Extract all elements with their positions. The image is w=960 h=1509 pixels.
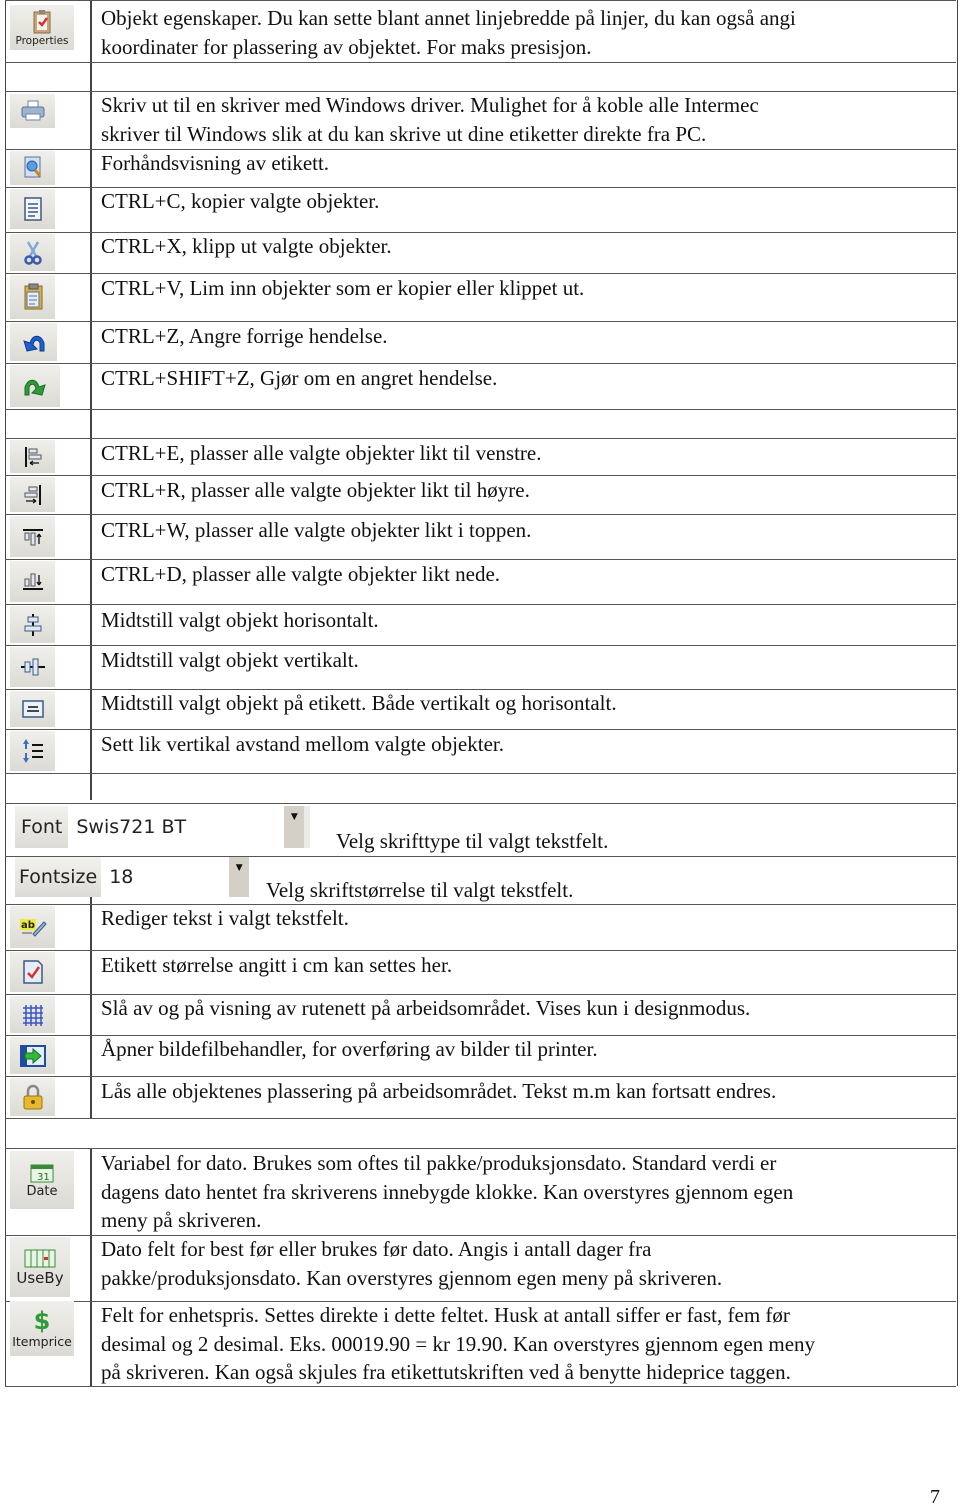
undo-arrow-icon: [22, 335, 44, 352]
align-top-icon: [22, 528, 43, 545]
redo-button[interactable]: [10, 365, 60, 407]
chevron-down-icon[interactable]: ▼: [229, 857, 250, 897]
table-row-spacer: [5, 62, 956, 91]
edit-text-description: Rediger tekst i valgt tekstfelt.: [101, 906, 349, 930]
redo-arrow-icon: [24, 379, 46, 396]
font-description: Velg skrifttype til valgt tekstfelt.: [336, 829, 609, 853]
properties-description: Objekt egenskaper. Du kan sette blant an…: [101, 6, 796, 59]
useby-calendar-icon: [24, 1249, 56, 1268]
font-label: Font: [15, 806, 69, 848]
import-arrow-icon: [19, 1044, 46, 1067]
fontsize-label: Fontsize: [15, 857, 102, 897]
date-description: Variabel for dato. Brukes som oftes til …: [101, 1151, 794, 1232]
image-manager-description: Åpner bildefilbehandler, for overføring …: [101, 1037, 598, 1061]
center-horizontal-button[interactable]: [10, 606, 55, 643]
align-left-icon: [24, 446, 41, 467]
align-right-button[interactable]: [10, 477, 55, 512]
align-bottom-button[interactable]: [10, 561, 55, 602]
center-vertical-button[interactable]: [10, 647, 55, 687]
copy-description: CTRL+C, kopier valgte objekter.: [101, 189, 380, 213]
preview-button[interactable]: [10, 151, 55, 185]
clipboard-check-icon: [33, 9, 51, 33]
fontsize-select-value[interactable]: 18: [101, 857, 230, 897]
center-on-label-button[interactable]: [10, 691, 55, 727]
svg-text:31: 31: [37, 1172, 50, 1183]
useby-label: UseBy: [16, 1269, 64, 1287]
edit-text-icon: ab: [19, 919, 47, 937]
print-button[interactable]: [10, 94, 55, 128]
copy-document-icon: [23, 197, 42, 221]
properties-label: Properties: [15, 34, 69, 47]
date-field-button[interactable]: 31 Date: [10, 1151, 74, 1209]
align-right-icon: [24, 484, 41, 505]
align-right-description: CTRL+R, plasser alle valgte objekter lik…: [101, 478, 530, 502]
label-check-icon: [22, 960, 43, 984]
align-left-description: CTRL+E, plasser alle valgte objekter lik…: [101, 441, 542, 465]
print-description: Skriv ut til en skriver med Windows driv…: [101, 93, 759, 146]
align-top-button[interactable]: [10, 516, 55, 557]
dollar-icon: $: [33, 1307, 51, 1335]
preview-description: Forhåndsvisning av etikett.: [101, 151, 330, 175]
itemprice-label: Itemprice: [12, 1334, 72, 1349]
center-horizontal-icon: [24, 613, 41, 636]
equal-spacing-description: Sett lik vertikal avstand mellom valgte …: [101, 732, 504, 756]
center-vertical-icon: [20, 658, 45, 676]
cut-description: CTRL+X, klipp ut valgte objekter.: [101, 234, 392, 258]
itemprice-field-button[interactable]: $ Itemprice: [10, 1301, 74, 1356]
edit-text-button[interactable]: ab: [10, 906, 55, 948]
fontsize-combobox[interactable]: Fontsize 18 ▼: [15, 857, 250, 897]
label-size-description: Etikett størrelse angitt i cm kan settes…: [101, 953, 453, 977]
grid-toggle-button[interactable]: [10, 996, 55, 1033]
redo-description: CTRL+SHIFT+Z, Gjør om en angret hendelse…: [101, 366, 498, 390]
magnifier-page-icon: [24, 156, 41, 178]
page-number: 7: [930, 1486, 940, 1508]
printer-icon: [21, 100, 44, 121]
padlock-icon: [23, 1084, 42, 1110]
cut-button[interactable]: [10, 234, 55, 271]
itemprice-description: Felt for enhetspris. Settes direkte i de…: [101, 1303, 816, 1384]
calendar-icon: 31: [30, 1164, 54, 1183]
grid-icon: [22, 1004, 43, 1026]
copy-button[interactable]: [10, 189, 55, 229]
center-horizontal-description: Midtstill valgt objekt horisontalt.: [101, 608, 379, 632]
useby-description: Dato felt for best før eller brukes før …: [101, 1237, 723, 1290]
align-bottom-description: CTRL+D, plasser alle valgte objekter lik…: [101, 562, 501, 586]
svg-text:ab: ab: [21, 920, 35, 931]
align-top-description: CTRL+W, plasser alle valgte objekter lik…: [101, 518, 532, 542]
lock-positions-button[interactable]: [10, 1078, 55, 1116]
undo-description: CTRL+Z, Angre forrige hendelse.: [101, 324, 388, 348]
font-select-value[interactable]: Swis721 BT: [68, 806, 285, 848]
label-size-button[interactable]: [10, 952, 55, 992]
paste-button[interactable]: [10, 275, 55, 319]
table-row-spacer: [5, 409, 956, 438]
undo-button[interactable]: [10, 323, 57, 361]
lock-description: Lås alle objektenes plassering på arbeid…: [101, 1079, 777, 1103]
useby-field-button[interactable]: UseBy: [10, 1237, 70, 1297]
image-manager-button[interactable]: [10, 1037, 55, 1074]
properties-button[interactable]: Properties: [10, 5, 74, 50]
table-row-spacer: [5, 1118, 956, 1148]
align-bottom-icon: [22, 573, 43, 590]
font-combobox[interactable]: Font Swis721 BT ▼: [15, 806, 311, 848]
paste-clipboard-icon: [24, 283, 42, 310]
center-vertical-description: Midtstill valgt objekt vertikalt.: [101, 648, 359, 672]
fontsize-description: Velg skriftstørrelse til valgt tekstfelt…: [266, 878, 574, 902]
align-left-button[interactable]: [10, 440, 55, 473]
grid-description: Slå av og på visning av rutenett på arbe…: [101, 996, 751, 1020]
center-on-label-description: Midtstill valgt objekt på etikett. Både …: [101, 691, 617, 715]
scissors-icon: [23, 240, 42, 265]
paste-description: CTRL+V, Lim inn objekter som er kopier e…: [101, 276, 585, 300]
center-on-label-icon: [21, 700, 44, 718]
table-row-spacer: [5, 773, 956, 803]
vertical-spacing-icon: [22, 739, 43, 763]
date-label: Date: [26, 1183, 58, 1199]
chevron-down-icon[interactable]: ▼: [284, 806, 305, 848]
equal-spacing-button[interactable]: [10, 731, 55, 771]
